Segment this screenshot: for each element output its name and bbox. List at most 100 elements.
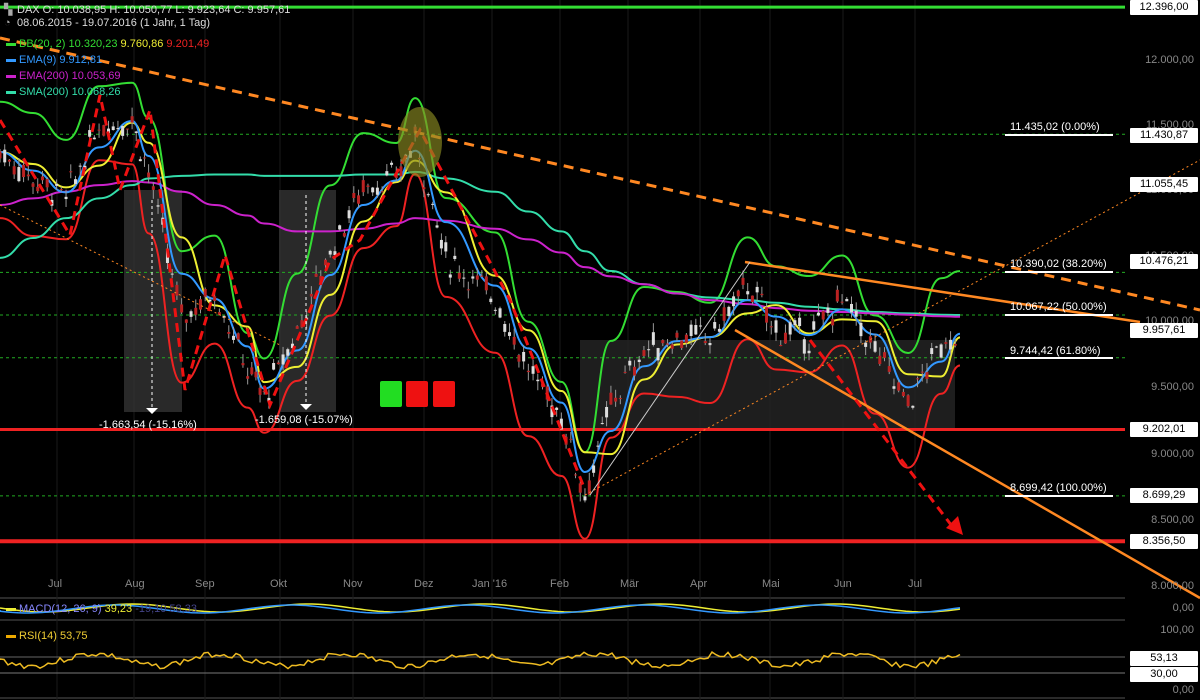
candle-body: [930, 348, 934, 354]
y-tick: 12.000,00: [1145, 54, 1194, 66]
price-label: 8.699,29: [1130, 488, 1198, 503]
fib-marker: [1005, 314, 1113, 316]
candle-body: [78, 165, 82, 167]
candle-body: [17, 167, 21, 182]
candle-body: [618, 398, 622, 400]
candle-body: [227, 332, 231, 334]
red-candle-marker: [406, 381, 428, 407]
candle-body: [503, 324, 507, 332]
header-ohlc: DAX O: 10.038,95 H: 10.050,77 L: 9.923,6…: [17, 4, 291, 16]
candle-body: [864, 342, 868, 347]
candle-body: [750, 295, 754, 303]
legend-ema200: EMA(200) 10.053,69: [6, 70, 121, 83]
candle-body: [36, 186, 40, 192]
candle-body: [574, 474, 578, 476]
candle-body: [873, 341, 877, 352]
candle-body: [727, 306, 731, 317]
candle-body: [314, 273, 318, 277]
candle-body: [208, 299, 212, 302]
macd-tick: 0,00: [1172, 602, 1194, 614]
candle-body: [184, 319, 188, 323]
candle-body: [647, 349, 651, 351]
candle-body: [328, 250, 332, 255]
candle-body: [64, 196, 68, 200]
legend-ema9: EMA(9) 9.912,81: [6, 54, 102, 67]
candle-body: [953, 343, 957, 346]
candle-body: [512, 336, 516, 345]
candle-body: [760, 293, 764, 296]
y-tick: 9.500,00: [1151, 381, 1194, 393]
fib-marker: [1005, 495, 1113, 497]
candle-body: [878, 355, 882, 365]
candle-body: [807, 350, 811, 354]
red-candle-marker: [433, 381, 455, 407]
candle-body: [111, 126, 115, 131]
candle-body: [439, 239, 443, 249]
rsi-legend: RSI(14) 53,75: [6, 630, 88, 643]
candle-body: [722, 307, 726, 321]
candle-body: [142, 157, 146, 159]
candle-body: [765, 307, 769, 323]
candle-body: [779, 344, 783, 347]
candle-body: [555, 407, 559, 410]
candle-body: [522, 351, 526, 362]
candle-body: [920, 371, 924, 373]
candle-body: [845, 298, 849, 302]
candle-body: [156, 205, 160, 207]
candle-body: [901, 391, 905, 397]
price-label: 11.430,87: [1130, 128, 1198, 143]
rsi-line: [0, 650, 961, 670]
candle-body: [887, 366, 891, 372]
candle-body: [246, 376, 250, 379]
price-label: 12.396,00: [1130, 0, 1198, 15]
candle-body: [911, 405, 915, 408]
candle-body: [642, 350, 646, 356]
x-tick: Nov: [343, 578, 363, 590]
candle-body: [347, 210, 351, 219]
candle-body: [694, 325, 698, 335]
candle-body: [484, 276, 488, 291]
candle-body: [295, 326, 299, 329]
candle-body: [22, 164, 26, 178]
candle-body: [125, 128, 129, 130]
candle-body: [213, 296, 217, 301]
price-label: 11.055,45: [1130, 177, 1198, 192]
chart-icon: ▚: [4, 4, 13, 16]
x-tick: Jun: [834, 578, 852, 590]
x-tick: Dez: [414, 578, 434, 590]
candle-body: [517, 355, 521, 362]
candle-body: [352, 193, 356, 198]
range-box: [279, 190, 336, 412]
candle-body: [462, 277, 466, 279]
candle-body: [250, 367, 254, 375]
candle-body: [134, 131, 138, 133]
candle-body: [375, 187, 379, 195]
candle-body: [736, 290, 740, 297]
candle-body: [203, 289, 207, 297]
candle-body: [578, 483, 582, 493]
candle-body: [939, 344, 943, 358]
x-tick: Feb: [550, 578, 569, 590]
drop-annotation: -1.663,54 (-15.16%): [99, 419, 197, 431]
candle-body: [180, 304, 184, 313]
candle-body: [583, 496, 587, 501]
candle-body: [390, 162, 394, 165]
candle-body: [489, 298, 493, 303]
x-tick: Apr: [690, 578, 708, 590]
legend-bb: BB(20, 2) 10.320,23 9.760,86 9.201,49: [6, 38, 209, 51]
rsi-tick: 100,00: [1160, 624, 1194, 636]
clock-icon: ◔: [4, 17, 11, 29]
candle-body: [835, 289, 839, 302]
candle-body: [600, 423, 604, 425]
candle-body: [431, 203, 435, 205]
chart-header: ▚ DAX O: 10.038,95 H: 10.050,77 L: 9.923,…: [4, 4, 290, 30]
candle-body: [12, 166, 16, 175]
candle-body: [854, 310, 858, 317]
fib-label: 10.390,02 (38.20%): [1010, 258, 1107, 270]
candle-body: [361, 180, 365, 193]
candle-body: [40, 176, 44, 181]
candle-body: [531, 366, 535, 374]
candle-body: [812, 321, 816, 330]
candle-body: [703, 341, 707, 344]
candle-body: [717, 328, 721, 332]
